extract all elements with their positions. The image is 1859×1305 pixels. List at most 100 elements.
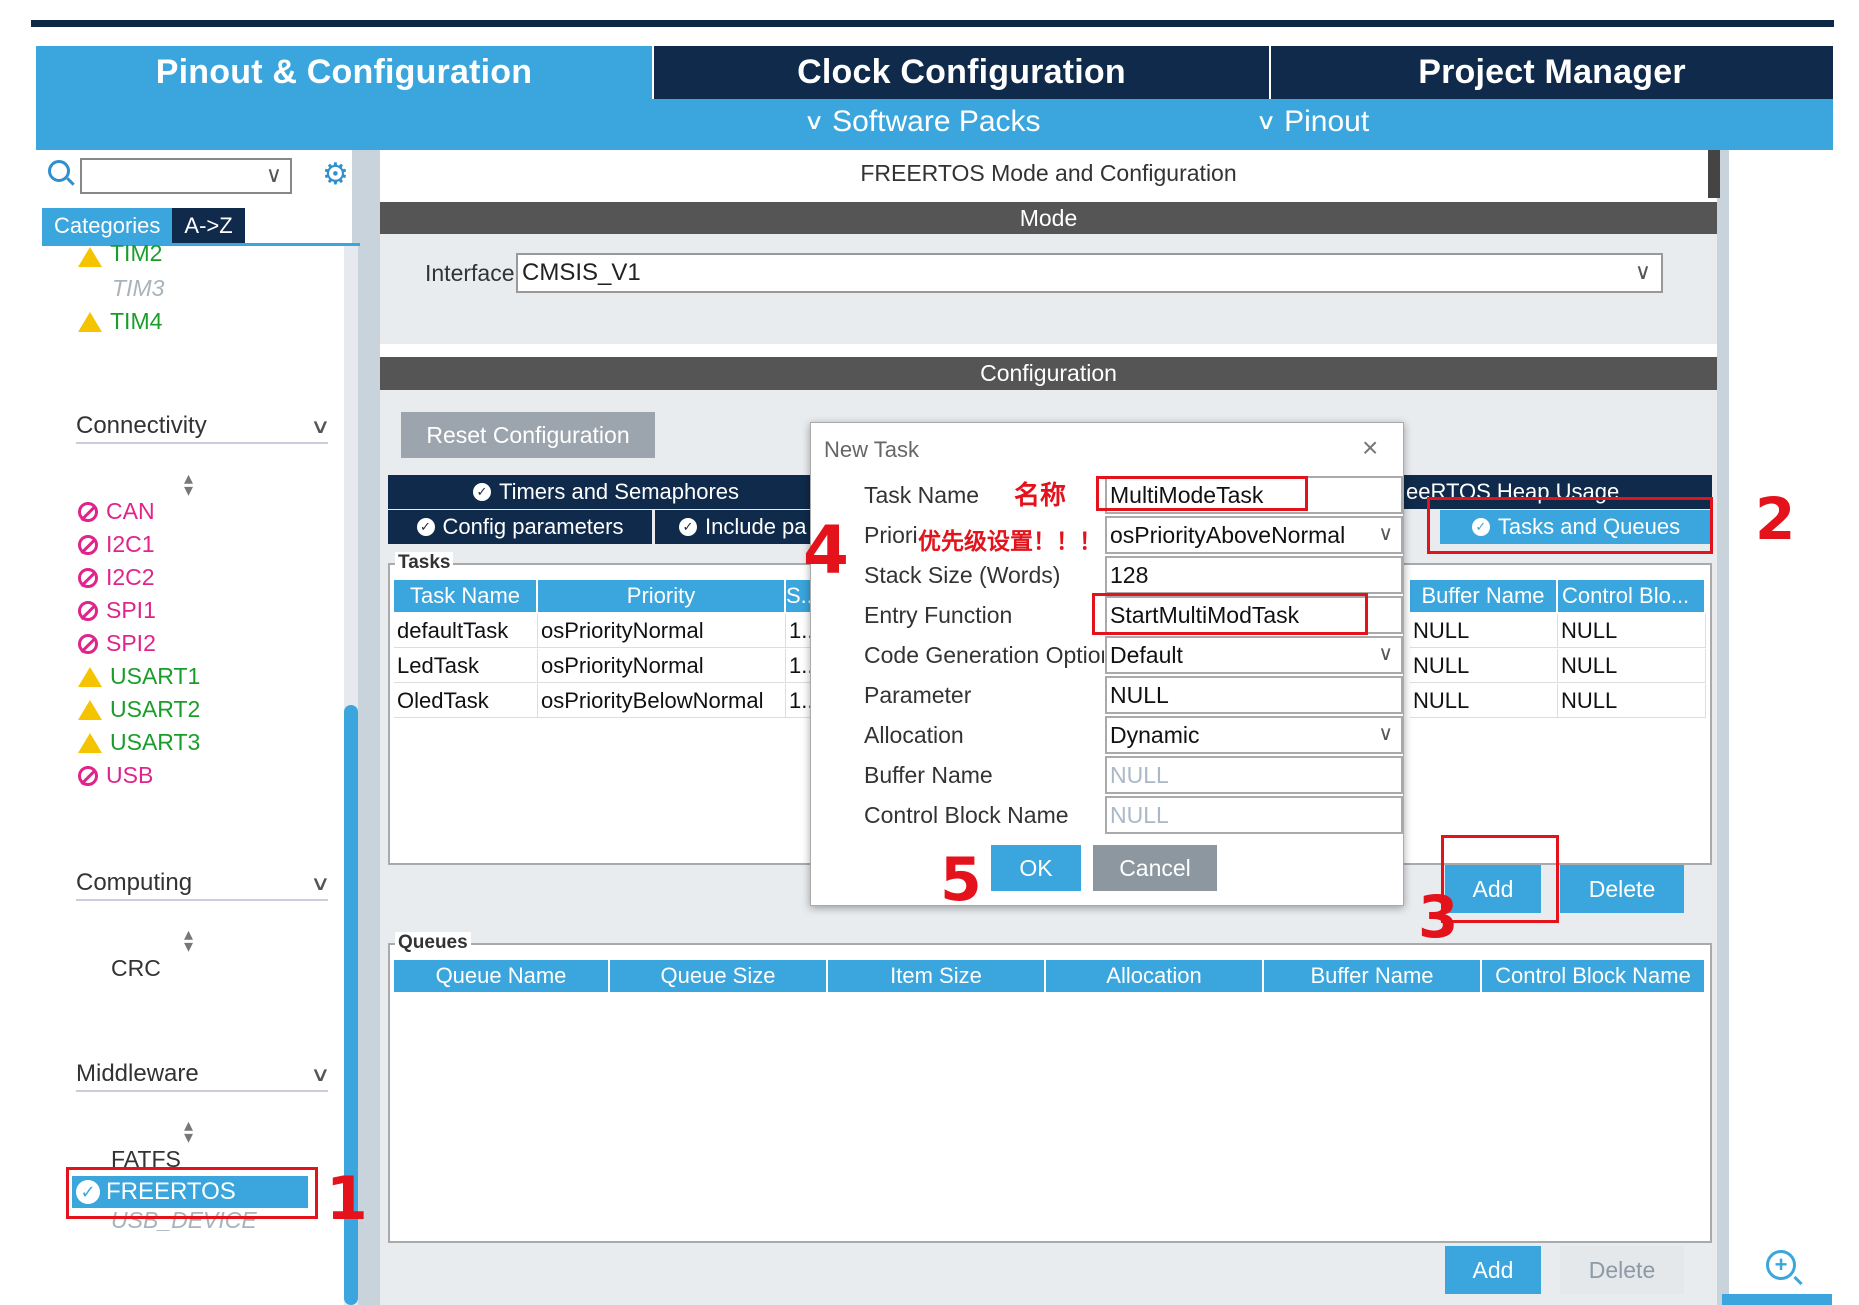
sidebar-item-usart2[interactable]: USART2 — [78, 696, 200, 723]
sidebar-item-usb[interactable]: USB — [78, 762, 153, 789]
task-cell-name[interactable]: LedTask — [394, 649, 538, 683]
annotation-number: 3 — [1418, 883, 1459, 951]
tab-a-z[interactable]: A->Z — [172, 208, 245, 244]
tab-pinout-configuration[interactable]: Pinout & Configuration — [36, 46, 652, 99]
queue-delete-button: Delete — [1560, 1246, 1684, 1294]
sub-toolbar: ∨ Software Packs ∨ Pinout — [36, 99, 1833, 150]
column-priority[interactable]: Priority — [538, 580, 786, 612]
software-packs-menu[interactable]: ∨ Software Packs — [804, 105, 1041, 139]
sort-icon[interactable]: ▴ ▾ — [184, 469, 193, 499]
zoom-in-icon[interactable]: + — [1766, 1250, 1796, 1280]
section-title: Computing — [76, 869, 193, 896]
sidebar-item-spi2[interactable]: SPI2 — [78, 630, 156, 657]
tab-clock-configuration[interactable]: Clock Configuration — [652, 46, 1269, 99]
sort-icon[interactable]: ▴ ▾ — [184, 925, 193, 955]
sidebar-item-label: TIM2 — [110, 243, 163, 266]
task-cell-priority[interactable]: osPriorityBelowNormal — [538, 684, 786, 718]
search-input[interactable]: ∨ — [80, 158, 292, 194]
sidebar-item-label: I2C2 — [106, 564, 155, 590]
allocation-value: Dynamic — [1110, 722, 1200, 748]
chevron-down-icon: ∨ — [310, 1063, 331, 1086]
stack-size-field[interactable]: 128 — [1105, 556, 1403, 594]
task-cell-name[interactable]: defaultTask — [394, 614, 538, 648]
task-cell-name[interactable]: OledTask — [394, 684, 538, 718]
section-computing[interactable]: Computing ∨ — [76, 867, 331, 901]
task-cell-priority[interactable]: osPriorityNormal — [538, 614, 786, 648]
column-queue-buffer-name[interactable]: Buffer Name — [1264, 960, 1482, 992]
warning-icon — [78, 666, 102, 687]
chevron-down-icon: ∨ — [1634, 259, 1651, 284]
cancel-button[interactable]: Cancel — [1093, 845, 1217, 891]
sidebar-item-tim4[interactable]: TIM4 — [78, 308, 162, 335]
tab-timers-semaphores[interactable]: ✓ Timers and Semaphores — [388, 475, 824, 509]
task-cell-cb[interactable]: NULL — [1558, 614, 1706, 648]
section-middleware[interactable]: Middleware ∨ — [76, 1058, 331, 1092]
tab-project-manager[interactable]: Project Manager — [1269, 46, 1833, 99]
sort-icon[interactable]: ▴ ▾ — [184, 1116, 193, 1146]
pinout-menu[interactable]: ∨ Pinout — [1255, 105, 1370, 139]
gear-icon[interactable]: ⚙ — [322, 160, 349, 190]
reset-configuration-button[interactable]: Reset Configuration — [401, 412, 655, 458]
category-tabs: Categories A->Z — [42, 208, 245, 244]
check-icon: ✓ — [679, 518, 697, 536]
sidebar-item-crc[interactable]: CRC — [111, 955, 161, 982]
queue-add-button[interactable]: Add — [1445, 1246, 1541, 1294]
interface-select[interactable]: CMSIS_V1 ∨ — [516, 253, 1663, 293]
ok-button[interactable]: OK — [991, 845, 1081, 891]
task-cell-cb[interactable]: NULL — [1558, 684, 1706, 718]
sidebar-item-usart1[interactable]: USART1 — [78, 663, 200, 690]
column-queue-name[interactable]: Queue Name — [394, 960, 610, 992]
buffer-name-label: Buffer Name — [864, 762, 993, 788]
annotation-number: 2 — [1755, 485, 1796, 553]
code-gen-select[interactable]: Default ∨ — [1105, 636, 1403, 674]
window-top-edge — [31, 20, 1834, 27]
sidebar-item-label: CRC — [111, 955, 161, 981]
column-queue-control-block[interactable]: Control Block Name — [1482, 960, 1706, 992]
tab-config-parameters[interactable]: ✓ Config parameters — [388, 510, 652, 544]
task-cell-buffer[interactable]: NULL — [1410, 649, 1558, 683]
column-item-size[interactable]: Item Size — [828, 960, 1046, 992]
tasks-legend: Tasks — [395, 552, 454, 574]
parameter-label: Parameter — [864, 682, 972, 708]
tab-categories[interactable]: Categories — [42, 208, 173, 244]
task-delete-button[interactable]: Delete — [1560, 865, 1684, 913]
column-buffer-name[interactable]: Buffer Name — [1410, 580, 1558, 612]
task-cell-priority[interactable]: osPriorityNormal — [538, 649, 786, 683]
annotation-box-add — [1441, 835, 1559, 923]
section-connectivity[interactable]: Connectivity ∨ — [76, 410, 331, 444]
parameter-field[interactable]: NULL — [1105, 676, 1403, 714]
task-cell-buffer[interactable]: NULL — [1410, 684, 1558, 718]
column-control-block[interactable]: Control Blo... — [1558, 580, 1706, 612]
tab-include-parameters[interactable]: ✓ Include pa — [655, 510, 815, 544]
task-cell-cb[interactable]: NULL — [1558, 649, 1706, 683]
close-icon[interactable]: × — [1362, 432, 1378, 464]
priority-select[interactable]: osPriorityAboveNormal ∨ — [1105, 516, 1403, 554]
right-splitter[interactable] — [1717, 150, 1729, 1305]
task-cell-buffer[interactable]: NULL — [1410, 614, 1558, 648]
sidebar-item-i2c1[interactable]: I2C1 — [78, 531, 155, 558]
annotation-box-tasks-tab — [1427, 497, 1713, 554]
sidebar-item-can[interactable]: CAN — [78, 498, 155, 525]
software-packs-label: Software Packs — [832, 105, 1041, 138]
column-task-name[interactable]: Task Name — [394, 580, 538, 612]
code-gen-value: Default — [1110, 642, 1183, 668]
sidebar-item-usart3[interactable]: USART3 — [78, 729, 200, 756]
control-block-field: NULL — [1105, 796, 1403, 834]
tab-label: Include pa — [705, 514, 807, 539]
chevron-down-icon: ∨ — [1378, 643, 1393, 665]
control-block-label: Control Block Name — [864, 802, 1069, 828]
column-allocation[interactable]: Allocation — [1046, 960, 1264, 992]
chevron-down-icon: ∨ — [1255, 109, 1277, 134]
sidebar-item-spi1[interactable]: SPI1 — [78, 597, 156, 624]
allocation-select[interactable]: Dynamic ∨ — [1105, 716, 1403, 754]
sidebar-item-label: TIM4 — [110, 308, 163, 334]
corner-accent — [1722, 1294, 1832, 1305]
sidebar-item-tim3[interactable]: TIM3 — [112, 275, 164, 302]
tab-label: Config parameters — [442, 514, 624, 539]
column-queue-size[interactable]: Queue Size — [610, 960, 828, 992]
disabled-icon — [78, 765, 98, 786]
sidebar-item-i2c2[interactable]: I2C2 — [78, 564, 155, 591]
disabled-icon — [78, 567, 98, 588]
sidebar-item-tim2[interactable]: TIM2 — [78, 243, 162, 267]
annotation-box-entry-function — [1092, 593, 1368, 635]
